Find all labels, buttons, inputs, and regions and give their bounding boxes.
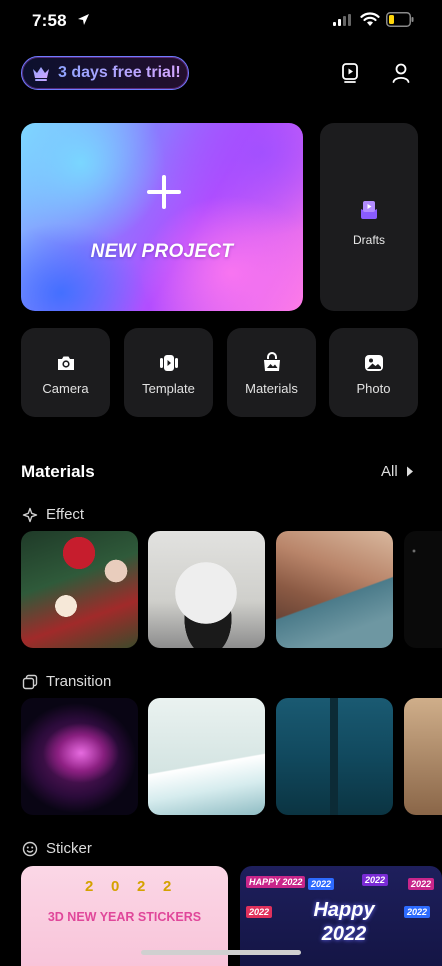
materials-icon (264, 352, 280, 371)
sticker-digit: 2 (85, 878, 94, 895)
sticker-mini-label: 2022 (246, 906, 273, 918)
sticker-digit: 2 (163, 878, 172, 895)
transition-thumbnail[interactable] (148, 698, 265, 815)
sticker-mini-label: 2022 (308, 878, 335, 890)
camera-button[interactable]: Camera (21, 328, 110, 417)
transition-icon (22, 674, 38, 690)
materials-all-link[interactable]: All (381, 463, 398, 480)
effect-thumbnail[interactable] (148, 531, 265, 648)
free-trial-label: 3 days free trial! (58, 64, 181, 81)
transition-thumbnail[interactable] (21, 698, 138, 815)
wifi-icon (360, 12, 380, 26)
camera-icon (58, 356, 74, 370)
profile-icon[interactable] (390, 61, 414, 85)
transition-thumbnail[interactable] (404, 698, 442, 815)
free-trial-button[interactable]: 3 days free trial! (21, 56, 189, 90)
sparkle-icon (22, 507, 38, 523)
drafts-label: Drafts (352, 233, 385, 247)
battery-icon (386, 12, 414, 27)
home-indicator (141, 950, 301, 955)
sticker-section-label: Sticker (46, 840, 92, 857)
sticker-mini-label: HAPPY 2022 (246, 876, 306, 888)
template-button[interactable]: Template (124, 328, 213, 417)
sticker-digit: 0 (111, 878, 120, 895)
photo-icon (365, 355, 383, 371)
effect-thumbnail[interactable] (276, 531, 393, 648)
effect-thumbnail[interactable] (404, 531, 442, 648)
cellular-signal-icon (333, 14, 351, 26)
transition-thumbnail[interactable] (276, 698, 393, 815)
effect-section-label: Effect (46, 506, 85, 523)
new-project-card[interactable]: NEW PROJECT (21, 123, 303, 311)
caret-right-icon[interactable] (406, 466, 414, 477)
sticker-icon (22, 841, 38, 857)
photo-button[interactable]: Photo (329, 328, 418, 417)
crown-icon (33, 67, 49, 81)
photo-label: Photo (356, 381, 391, 396)
location-arrow-icon (78, 14, 89, 25)
template-label: Template (142, 381, 195, 396)
materials-button[interactable]: Materials (227, 328, 316, 417)
camera-label: Camera (42, 381, 89, 396)
sticker-headline-line2: 2022 (321, 923, 367, 945)
effect-thumbnail[interactable] (21, 531, 138, 648)
drafts-card[interactable]: Drafts (320, 123, 418, 311)
template-icon (160, 355, 178, 371)
status-time: 7:58 (32, 11, 67, 30)
sticker-headline-line1: Happy (313, 899, 375, 921)
plus-icon (147, 175, 181, 209)
sticker-mini-label: 2022 (362, 874, 389, 886)
sticker-digit: 2 (137, 878, 146, 895)
transition-section-label: Transition (46, 673, 112, 690)
sticker-pack-headline: Happy 2022 (296, 898, 392, 946)
materials-label: Materials (245, 381, 298, 396)
sticker-pack-title: 3D NEW YEAR STICKERS (47, 910, 202, 924)
drafts-icon (361, 201, 377, 219)
materials-title: Materials (21, 462, 95, 481)
sticker-mini-label: 2022 (408, 878, 435, 890)
sticker-mini-label: 2022 (404, 906, 431, 918)
new-project-label: NEW PROJECT (90, 241, 234, 262)
play-icon[interactable] (339, 61, 363, 85)
